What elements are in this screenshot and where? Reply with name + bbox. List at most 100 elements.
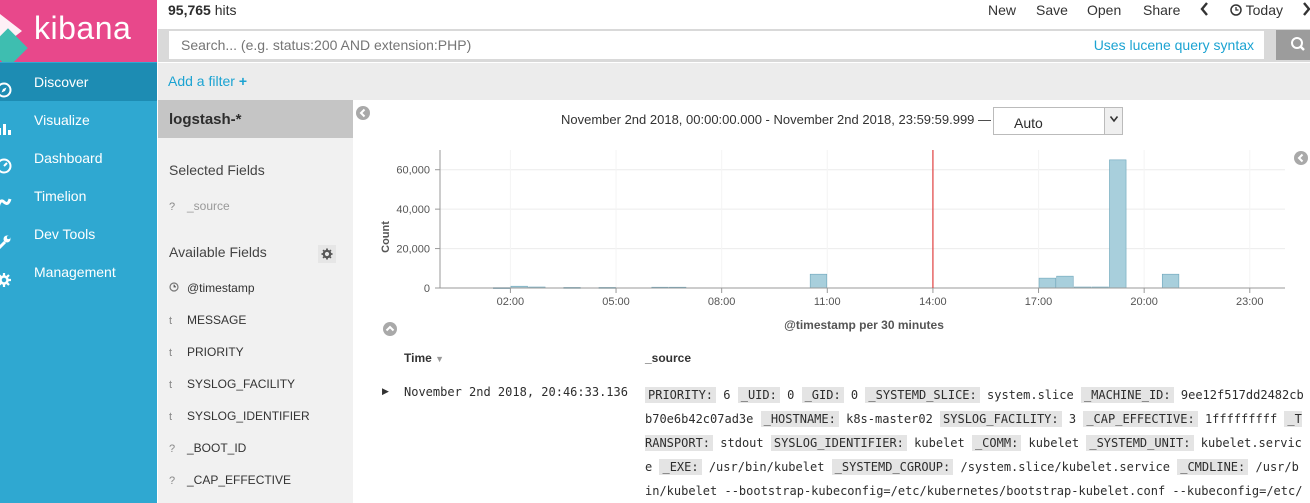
source-field-key: _COMM:	[971, 435, 1022, 451]
nav-item-dashboard[interactable]: Dashboard	[0, 139, 157, 177]
y-tick-label: 60,000	[396, 165, 430, 177]
source-field-value: 0	[850, 388, 859, 402]
field-item[interactable]: t MESSAGE	[169, 313, 246, 329]
nav-item-discover[interactable]: Discover	[0, 63, 157, 101]
nav-item-label: Management	[34, 264, 116, 280]
time-column-header[interactable]: Time ▼	[404, 351, 444, 365]
field-item[interactable]: t SYSLOG_IDENTIFIER	[169, 409, 310, 425]
kibana-logo-text: kibana	[34, 10, 132, 46]
histogram-bar	[809, 273, 828, 289]
histogram-bar	[1038, 277, 1056, 289]
nav-item-visualize[interactable]: Visualize	[0, 101, 157, 139]
expand-row-icon[interactable]: ▶	[382, 386, 389, 397]
x-tick-label: 08:00	[708, 296, 736, 308]
field-name: PRIORITY	[187, 345, 244, 359]
source-field-key: _CMDLINE:	[1177, 459, 1249, 475]
source-field-key: _CAP_EFFECTIVE:	[1083, 411, 1198, 427]
y-tick-label: 40,000	[396, 204, 430, 216]
time-column-label: Time	[404, 351, 432, 365]
field-item[interactable]: ? _source	[169, 199, 230, 215]
y-tick-label: 0	[424, 283, 430, 295]
chevron-left-icon[interactable]	[1200, 1, 1210, 20]
hits-label: hits	[214, 2, 237, 18]
field-name: SYSLOG_IDENTIFIER	[187, 409, 310, 423]
open-button[interactable]: Open	[1087, 2, 1121, 18]
histogram-chart[interactable]: 0 20,000 40,000 60,000 02:00 05:00 08:00 11:00 1…	[370, 140, 1290, 340]
source-field-key: _SYSTEMD_CGROUP:	[831, 459, 954, 475]
string-type-icon: t	[169, 379, 173, 391]
field-item[interactable]: ? _BOOT_ID	[169, 441, 246, 457]
nav-item-label: Visualize	[34, 112, 90, 128]
nav-item-dev-tools[interactable]: Dev Tools	[0, 215, 157, 253]
field-item[interactable]: t SYSLOG_FACILITY	[169, 377, 295, 393]
plus-icon: +	[238, 73, 248, 89]
string-type-icon: t	[169, 347, 173, 359]
source-column-header: _source	[645, 351, 692, 365]
doc-source: PRIORITY: 6 _UID: 0 _GID: 0 _SYSTEMD_SLI…	[645, 383, 1305, 503]
interval-value: Auto	[1014, 115, 1043, 131]
nav-item-label: Dev Tools	[34, 226, 96, 242]
new-button[interactable]: New	[988, 2, 1016, 18]
doc-timestamp: November 2nd 2018, 20:46:33.136	[404, 385, 628, 399]
source-field-value: stdout	[720, 436, 764, 450]
source-field-value: 3	[1068, 412, 1077, 426]
field-item[interactable]: t PRIORITY	[169, 345, 244, 361]
lucene-syntax-link[interactable]: Uses lucene query syntax	[1094, 37, 1254, 53]
x-tick-label: 20:00	[1130, 296, 1158, 308]
nav-item-timelion[interactable]: Timelion	[0, 177, 157, 215]
unknown-type-icon: ?	[169, 475, 176, 487]
field-settings-button[interactable]	[318, 245, 336, 263]
x-tick-label: 14:00	[919, 296, 947, 308]
search-input[interactable]	[169, 31, 1069, 59]
share-button[interactable]: Share	[1143, 2, 1180, 18]
save-button[interactable]: Save	[1036, 2, 1068, 18]
source-field-value: 6	[723, 388, 731, 402]
selected-fields-title: Selected Fields	[169, 162, 265, 178]
source-field-value: /usr/bin/kubelet	[708, 460, 825, 474]
collapse-chart-icon[interactable]	[1294, 151, 1308, 165]
add-filter-button[interactable]: Add a filter +	[168, 73, 247, 89]
chevron-down-icon	[1104, 108, 1122, 134]
index-pattern-selector[interactable]: logstash-*	[158, 100, 353, 138]
x-tick-label: 23:00	[1236, 296, 1264, 308]
source-field-value: kubelet	[914, 436, 965, 450]
field-list-panel: logstash-* Selected Fields ? _source Avai…	[158, 100, 353, 503]
chart-x-axis-label: @timestamp per 30 minutes	[784, 318, 944, 332]
x-tick-label: 02:00	[497, 296, 525, 308]
field-item[interactable]: @timestamp	[169, 281, 255, 297]
chevron-right-icon[interactable]	[1302, 1, 1310, 20]
source-field-value: system.slice	[987, 388, 1074, 402]
source-field-key: SYSLOG_FACILITY:	[940, 411, 1062, 427]
field-name: @timestamp	[187, 281, 255, 295]
string-type-icon: t	[169, 411, 173, 423]
today-label: Today	[1245, 2, 1283, 18]
hits-count: 95,765 hits	[168, 2, 237, 18]
source-field-value: /system.slice/kubelet.service	[960, 460, 1170, 474]
time-picker-button[interactable]: Today	[1230, 2, 1283, 18]
gear-icon	[318, 248, 336, 266]
field-item[interactable]: ? _CAP_EFFECTIVE	[169, 473, 291, 489]
field-name: MESSAGE	[187, 313, 247, 327]
kibana-logo[interactable]: kibana	[0, 0, 157, 62]
interval-select[interactable]: Auto	[993, 107, 1123, 135]
source-field-key: _GID:	[801, 387, 844, 403]
x-tick-label: 17:00	[1025, 296, 1053, 308]
search-icon	[1276, 37, 1310, 63]
timelion-icon	[0, 188, 12, 207]
source-field-value: 0	[787, 388, 795, 402]
toggle-chart-icon[interactable]	[383, 322, 397, 336]
source-field-key: _SYSTEMD_UNIT:	[1086, 435, 1194, 451]
hits-number: 95,765	[168, 2, 211, 18]
search-button[interactable]	[1276, 30, 1310, 60]
chart-y-axis-label: Count	[380, 221, 392, 253]
field-name: _CAP_EFFECTIVE	[187, 473, 292, 487]
histogram-bar	[1056, 275, 1074, 289]
collapse-sidebar-icon[interactable]	[356, 106, 370, 120]
bar-chart-icon	[0, 112, 12, 135]
string-type-icon: t	[169, 315, 173, 327]
available-fields-title: Available Fields	[169, 244, 267, 260]
field-name: SYSLOG_FACILITY	[187, 377, 296, 391]
source-field-key: PRIORITY:	[645, 387, 717, 403]
source-field-key: _HOSTNAME:	[760, 411, 839, 427]
nav-item-management[interactable]: Management	[0, 253, 157, 291]
